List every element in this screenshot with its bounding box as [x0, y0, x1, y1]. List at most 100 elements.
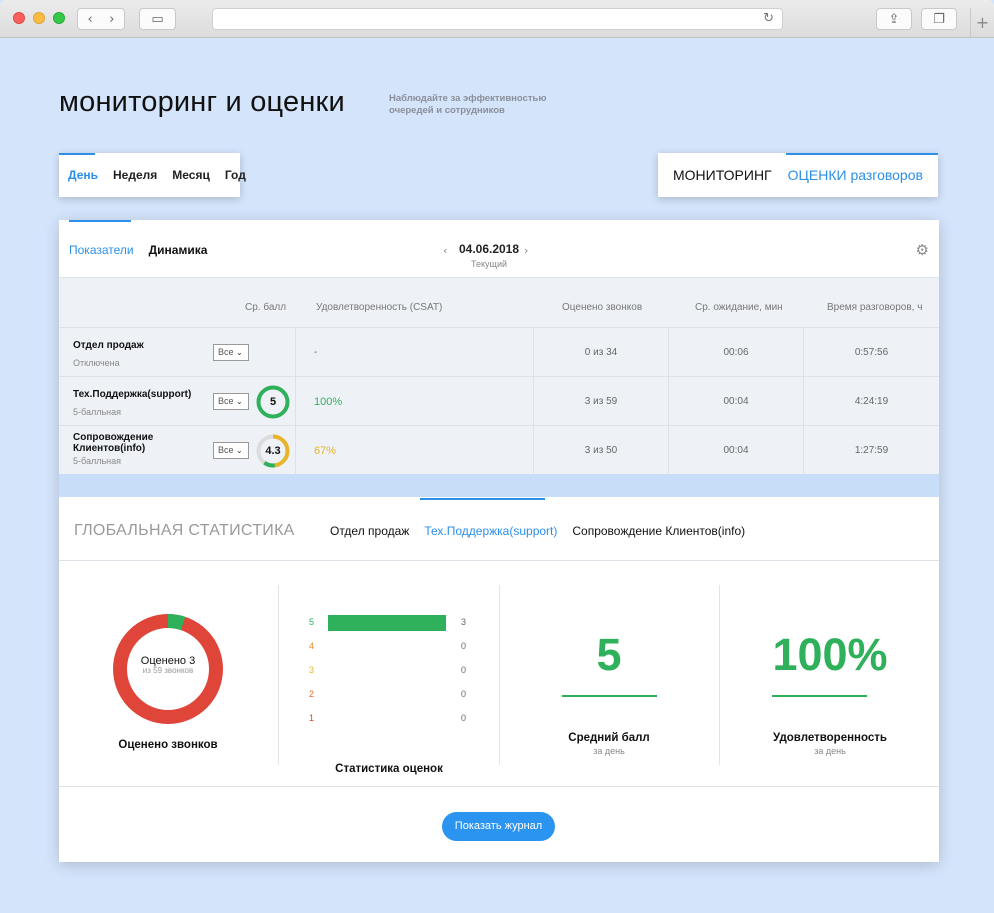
csat-cell: 67% [295, 426, 533, 475]
reload-icon[interactable]: ↻ [763, 11, 774, 26]
table-row[interactable]: Сопровождение Клиентов(info) 5-балльная … [59, 425, 939, 475]
wait-cell: 00:06 [668, 328, 803, 377]
rated-calls-label: Оценено звонков [118, 739, 218, 751]
footer-divider [59, 786, 939, 787]
wait-value: 00:06 [723, 347, 749, 358]
avg-score-label: Средний балл [568, 732, 650, 744]
column-avg-wait: Ср. ожидание, мин [695, 302, 783, 313]
tab-month[interactable]: Месяц [172, 168, 210, 182]
wait-cell: 00:04 [668, 377, 803, 426]
score-count: 0 [461, 689, 467, 699]
share-button[interactable]: ⇪ [876, 8, 912, 30]
share-icon: ⇪ [888, 11, 900, 27]
table-row[interactable]: Отдел продаж Отключена Все ⌄ - 0 из 34 0… [59, 327, 939, 377]
forward-icon[interactable]: › [109, 12, 114, 27]
tab-sales[interactable]: Отдел продаж [330, 524, 409, 538]
avg-score-value: 5 [596, 629, 622, 680]
filter-value: Все [218, 396, 234, 406]
score-key: 5 [309, 617, 315, 627]
filter-value: Все [218, 445, 234, 455]
talk-cell: 0:57:56 [803, 328, 939, 377]
wait-cell: 00:04 [668, 426, 803, 475]
score-row-5: 5 3 [309, 615, 479, 631]
donut-center: Оценено 3 из 59 звонков [112, 655, 224, 675]
filter-select[interactable]: Все ⌄ [213, 393, 249, 410]
department-name: Сопровождение Клиентов(info) [73, 432, 154, 454]
rated-cell: 3 из 59 [533, 377, 668, 426]
score-key: 4 [309, 641, 315, 651]
tab-support[interactable]: Тех.Поддержка(support) [424, 524, 557, 538]
tab-client-info[interactable]: Сопровождение Клиентов(info) [572, 524, 745, 538]
csat-cell: - [295, 328, 533, 377]
sidebar-icon: ▭ [151, 11, 164, 27]
score-bar [328, 615, 446, 631]
date-label: Текущий [471, 259, 507, 269]
score-row-3: 3 0 [309, 663, 479, 679]
department-name: Отдел продаж [73, 340, 144, 351]
rated-total: из 59 звонков [142, 666, 194, 675]
talk-value: 4:24:19 [854, 396, 889, 407]
back-forward-buttons[interactable]: ‹ › [77, 8, 125, 30]
talk-cell: 1:27:59 [803, 426, 939, 475]
active-tab-indicator [786, 153, 938, 155]
score-count: 0 [461, 641, 467, 651]
back-icon[interactable]: ‹ [88, 12, 93, 27]
tab-indicators[interactable]: Показатели [69, 243, 134, 257]
csat-value: 100% [314, 395, 343, 408]
score-stats-label: Статистика оценок [335, 763, 443, 775]
filter-select[interactable]: Все ⌄ [213, 344, 249, 361]
satisfaction-label: Удовлетворенность [773, 732, 887, 744]
tab-year[interactable]: Год [225, 168, 246, 182]
chevron-right-icon[interactable]: › [524, 244, 528, 257]
sidebar-button[interactable]: ▭ [139, 8, 176, 30]
page-subtitle: Наблюдайте за эффективностью очередей и … [389, 93, 547, 116]
new-tab-button[interactable]: + [970, 8, 994, 38]
avg-score: 5 [269, 396, 277, 408]
browser-toolbar: ‹ › ▭ ↻ ⇪ ❐ + [0, 0, 994, 38]
score-key: 2 [309, 689, 315, 699]
tab-week[interactable]: Неделя [113, 168, 157, 182]
csat-value: 67% [314, 444, 337, 457]
zoom-window-button[interactable] [53, 12, 65, 24]
department-name: Тех.Поддержка(support) [73, 389, 192, 400]
rated-value: 0 из 34 [584, 347, 618, 358]
table-row[interactable]: Тех.Поддержка(support) 5-балльная Все ⌄ … [59, 376, 939, 426]
talk-cell: 4:24:19 [803, 377, 939, 426]
filter-value: Все [218, 347, 234, 357]
tab-call-ratings[interactable]: ОЦЕНКИ разговоров [788, 167, 923, 183]
avg-score-underline [562, 695, 657, 697]
score-key: 3 [309, 665, 315, 675]
rated-cell: 3 из 50 [533, 426, 668, 475]
mode-tabs: МОНИТОРИНГ ОЦЕНКИ разговоров [658, 153, 938, 197]
close-window-button[interactable] [13, 12, 25, 24]
avg-score-period: за день [593, 746, 625, 756]
tabs-button[interactable]: ❐ [921, 8, 957, 30]
show-journal-button[interactable]: Показать журнал [442, 812, 555, 841]
address-bar[interactable]: ↻ [212, 8, 783, 30]
talk-value: 1:27:59 [854, 445, 889, 456]
column-divider [719, 585, 720, 765]
tab-dynamics[interactable]: Динамика [149, 243, 208, 257]
minimize-window-button[interactable] [33, 12, 45, 24]
tab-day[interactable]: День [68, 168, 98, 182]
column-divider [499, 585, 500, 765]
table-header: Ср. балл Удовлетворенность (CSAT) Оценен… [59, 277, 939, 327]
column-csat: Удовлетворенность (CSAT) [316, 302, 443, 313]
active-dept-indicator [420, 498, 545, 500]
satisfaction-value: 100% [772, 629, 888, 680]
period-tabs: День Неделя Месяц Год [59, 153, 246, 197]
wait-value: 00:04 [723, 396, 749, 407]
csat-value: - [314, 347, 318, 358]
tab-monitoring[interactable]: МОНИТОРИНГ [673, 167, 772, 183]
column-divider [278, 585, 279, 765]
gear-icon[interactable]: ⚙ [916, 241, 929, 259]
score-count: 0 [461, 665, 467, 675]
rated-value: 3 из 59 [584, 396, 618, 407]
talk-value: 0:57:56 [854, 347, 889, 358]
rating-scale: 5-балльная [73, 456, 121, 466]
rating-status: Отключена [73, 358, 120, 368]
filter-select[interactable]: Все ⌄ [213, 442, 249, 459]
rated-cell: 0 из 34 [533, 328, 668, 377]
score-row-2: 2 0 [309, 687, 479, 703]
wait-value: 00:04 [723, 445, 749, 456]
